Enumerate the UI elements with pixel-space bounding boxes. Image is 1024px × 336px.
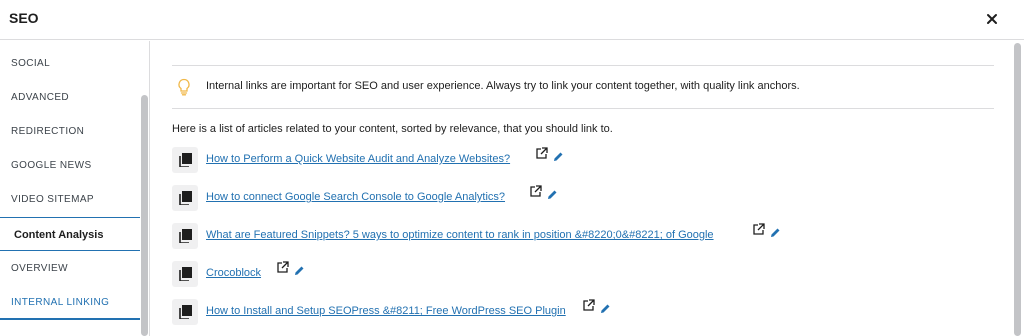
document-icon xyxy=(172,147,198,173)
info-notice: Internal links are important for SEO and… xyxy=(172,65,994,109)
document-icon xyxy=(172,185,198,211)
main-panel: Internal links are important for SEO and… xyxy=(151,41,1024,336)
list-item: How to connect Google Search Console to … xyxy=(172,185,592,211)
article-link[interactable]: What are Featured Snippets? 5 ways to op… xyxy=(206,229,714,241)
pencil-icon[interactable] xyxy=(293,265,305,277)
pencil-icon[interactable] xyxy=(552,151,564,163)
article-link[interactable]: How to connect Google Search Console to … xyxy=(206,191,505,203)
pencil-icon[interactable] xyxy=(769,227,781,239)
close-icon xyxy=(987,14,997,24)
external-link-icon[interactable] xyxy=(529,185,542,198)
article-link[interactable]: Crocoblock xyxy=(206,267,261,279)
notice-text: Internal links are important for SEO and… xyxy=(206,80,800,92)
external-link-icon[interactable] xyxy=(535,147,548,160)
document-icon xyxy=(172,299,198,325)
sidebar-item-social[interactable]: SOCIAL xyxy=(0,47,140,81)
modal-header: SEO xyxy=(0,0,1024,40)
pencil-icon[interactable] xyxy=(546,189,558,201)
sidebar-item-advanced[interactable]: ADVANCED xyxy=(0,81,140,115)
article-link[interactable]: How to Install and Setup SEOPress &#8211… xyxy=(206,305,566,317)
list-item: How to Install and Setup SEOPress &#8211… xyxy=(172,299,672,325)
sidebar-item-video-sitemap[interactable]: VIDEO SITEMAP xyxy=(0,183,140,217)
close-button[interactable] xyxy=(982,9,1002,29)
document-icon xyxy=(172,223,198,249)
sidebar-item-google-news[interactable]: GOOGLE NEWS xyxy=(0,149,140,183)
sidebar-item-overview[interactable]: OVERVIEW xyxy=(0,252,140,286)
sidebar-item-redirection[interactable]: REDIRECTION xyxy=(0,115,140,149)
list-item: How to Perform a Quick Website Audit and… xyxy=(172,147,592,173)
sidebar-scrollbar[interactable] xyxy=(141,95,148,336)
list-item: What are Featured Snippets? 5 ways to op… xyxy=(172,223,822,249)
document-icon xyxy=(172,261,198,287)
sidebar-section-content-analysis[interactable]: Content Analysis xyxy=(0,217,140,251)
intro-text: Here is a list of articles related to yo… xyxy=(172,123,613,135)
pencil-icon[interactable] xyxy=(599,303,611,315)
list-item: Crocoblock xyxy=(172,261,372,287)
external-link-icon[interactable] xyxy=(276,261,289,274)
sidebar-nav: SOCIAL ADVANCED REDIRECTION GOOGLE NEWS … xyxy=(0,41,150,336)
main-scrollbar[interactable] xyxy=(1014,43,1021,336)
article-link[interactable]: How to Perform a Quick Website Audit and… xyxy=(206,153,510,165)
external-link-icon[interactable] xyxy=(752,223,765,236)
sidebar-item-internal-linking[interactable]: INTERNAL LINKING xyxy=(0,286,140,320)
modal-title: SEO xyxy=(9,10,39,26)
lightbulb-icon xyxy=(178,78,190,96)
external-link-icon[interactable] xyxy=(582,299,595,312)
